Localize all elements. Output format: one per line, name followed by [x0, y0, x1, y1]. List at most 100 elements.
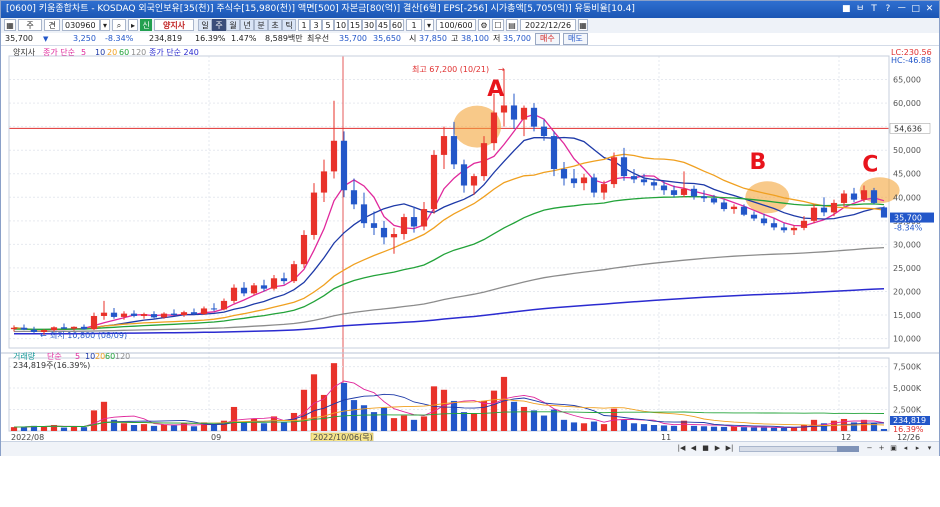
open-label: 시 — [409, 34, 417, 43]
volume-bar — [240, 421, 248, 431]
volume-bar — [710, 426, 718, 431]
nav-stop-icon[interactable]: ■ — [701, 443, 710, 454]
candle-body — [490, 112, 498, 144]
low-price: 35,700 — [503, 34, 531, 43]
candle-body — [430, 154, 438, 210]
candle-body — [840, 193, 848, 203]
fixed-date-checkbox[interactable]: ☐ — [492, 19, 504, 31]
close-icon[interactable]: ✕ — [924, 1, 935, 18]
legend-ma-period: 120 — [131, 48, 146, 57]
volume-bars — [10, 363, 888, 431]
period-year-button[interactable]: 년 — [240, 19, 254, 31]
period-tick-button[interactable]: 틱 — [282, 19, 296, 31]
period-minute-button[interactable]: 분 — [254, 19, 268, 31]
minute-option-15[interactable]: 15 — [348, 19, 362, 31]
nav-last-icon[interactable]: ▶| — [725, 443, 734, 454]
volume-bar — [70, 426, 78, 431]
period-day-button[interactable]: 일 — [198, 19, 212, 31]
scroll-left-icon[interactable]: ◂ — [901, 443, 910, 454]
period-month-button[interactable]: 월 — [226, 19, 240, 31]
screen-icon[interactable]: ■ — [841, 1, 852, 18]
minute-option-45[interactable]: 45 — [376, 19, 390, 31]
y-tick-label: 65,000 — [893, 76, 921, 85]
candle-body — [620, 157, 628, 177]
legend-ma240: 종가 단순 240 — [149, 47, 199, 57]
volume-bar — [590, 421, 598, 431]
resistance-label: 54,636 — [894, 124, 922, 133]
minute-option-60[interactable]: 60 — [390, 19, 404, 31]
minute-option-5[interactable]: 5 — [322, 19, 334, 31]
volume-bar — [170, 425, 178, 431]
zoom-in-icon[interactable]: + — [877, 443, 886, 454]
stock-code-input[interactable]: 030960 — [62, 19, 100, 31]
period-week-button[interactable]: 주 — [212, 19, 226, 31]
sell-button[interactable]: 매도 — [563, 33, 588, 45]
volume-bar — [760, 427, 768, 431]
candle-body — [20, 327, 28, 330]
interval-input[interactable]: 1 — [406, 19, 422, 31]
minimize-icon[interactable]: ㅡ — [896, 1, 907, 18]
volume-bar — [780, 427, 788, 431]
volume-bar — [450, 400, 458, 431]
date-input[interactable]: 2022/12/26 — [520, 19, 576, 31]
candle-body — [60, 327, 68, 329]
min-annotation: 최저 10,800 (08/09) — [50, 330, 127, 340]
nav-next-icon[interactable]: ▶ — [713, 443, 722, 454]
minute-option-1[interactable]: 1 — [298, 19, 310, 31]
chart-toolbar: ▦ 주 견 030960 ▾ ⌕ ▸ 신 양지사 일 주 월 년 분 초 틱 1… — [1, 18, 939, 34]
text-icon[interactable]: T — [869, 1, 880, 18]
ma20-line — [13, 153, 885, 331]
code-step-icon[interactable]: ▸ — [128, 19, 138, 31]
candle-body — [600, 184, 608, 193]
volume-bar — [620, 419, 628, 431]
help-icon[interactable]: ? — [882, 1, 893, 18]
minute-option-3[interactable]: 3 — [310, 19, 322, 31]
settings-icon[interactable]: ⚙ — [478, 19, 490, 31]
scrollbar-thumb[interactable] — [837, 446, 859, 452]
y-tick-label: 45,000 — [893, 170, 921, 179]
scroll-right-icon[interactable]: ▸ — [913, 443, 922, 454]
x-tick-label: 2022/08 — [11, 433, 44, 441]
high-price: 38,100 — [461, 34, 489, 43]
volume-bar — [800, 424, 808, 431]
options-icon[interactable]: ▾ — [925, 443, 934, 454]
priority-bid: 35,650 — [373, 34, 401, 43]
volume-bar — [520, 406, 528, 431]
calendar-icon[interactable]: ▦ — [578, 19, 588, 31]
marker-label: B — [750, 150, 767, 175]
max-arrow-icon: → — [498, 65, 505, 74]
candle-body — [200, 308, 208, 315]
market-select[interactable]: 견 — [44, 19, 60, 31]
count-display[interactable]: 100/600 — [436, 19, 476, 31]
period-second-button[interactable]: 초 — [268, 19, 282, 31]
minute-option-30[interactable]: 30 — [362, 19, 376, 31]
minute-option-10[interactable]: 10 — [334, 19, 348, 31]
nav-first-icon[interactable]: |◀ — [677, 443, 686, 454]
code-dropdown-icon[interactable]: ▾ — [100, 19, 110, 31]
candle-body — [340, 140, 348, 191]
maximize-icon[interactable]: □ — [910, 1, 921, 18]
buy-button[interactable]: 매수 — [535, 33, 560, 45]
nav-prev-icon[interactable]: ◀ — [689, 443, 698, 454]
link-icon[interactable]: ㅂ — [855, 1, 866, 18]
volume-bar — [660, 425, 668, 431]
toolbar-menu-icon[interactable]: ▦ — [4, 19, 16, 31]
search-icon[interactable]: ⌕ — [112, 19, 126, 31]
candle-body — [80, 326, 88, 330]
ma240-line — [14, 287, 885, 335]
mode-select[interactable]: 주 — [18, 19, 42, 31]
chart-type-icon[interactable]: ▤ — [506, 19, 518, 31]
volume-bar — [770, 427, 778, 431]
interval-dropdown-icon[interactable]: ▾ — [424, 19, 434, 31]
zoom-reset-icon[interactable]: ▣ — [889, 443, 898, 454]
price-change-pct: -8.34% — [105, 34, 134, 43]
candle-body — [690, 188, 698, 197]
volume-bar — [650, 424, 658, 431]
candle-body — [820, 207, 828, 213]
volume-tick-label: 2,500K — [893, 406, 922, 415]
volume-legend-period: 120 — [115, 352, 130, 361]
volume-bar — [540, 415, 548, 431]
legend-stock: 양지사 — [13, 48, 36, 57]
candle-body — [320, 171, 328, 193]
zoom-out-icon[interactable]: − — [865, 443, 874, 454]
